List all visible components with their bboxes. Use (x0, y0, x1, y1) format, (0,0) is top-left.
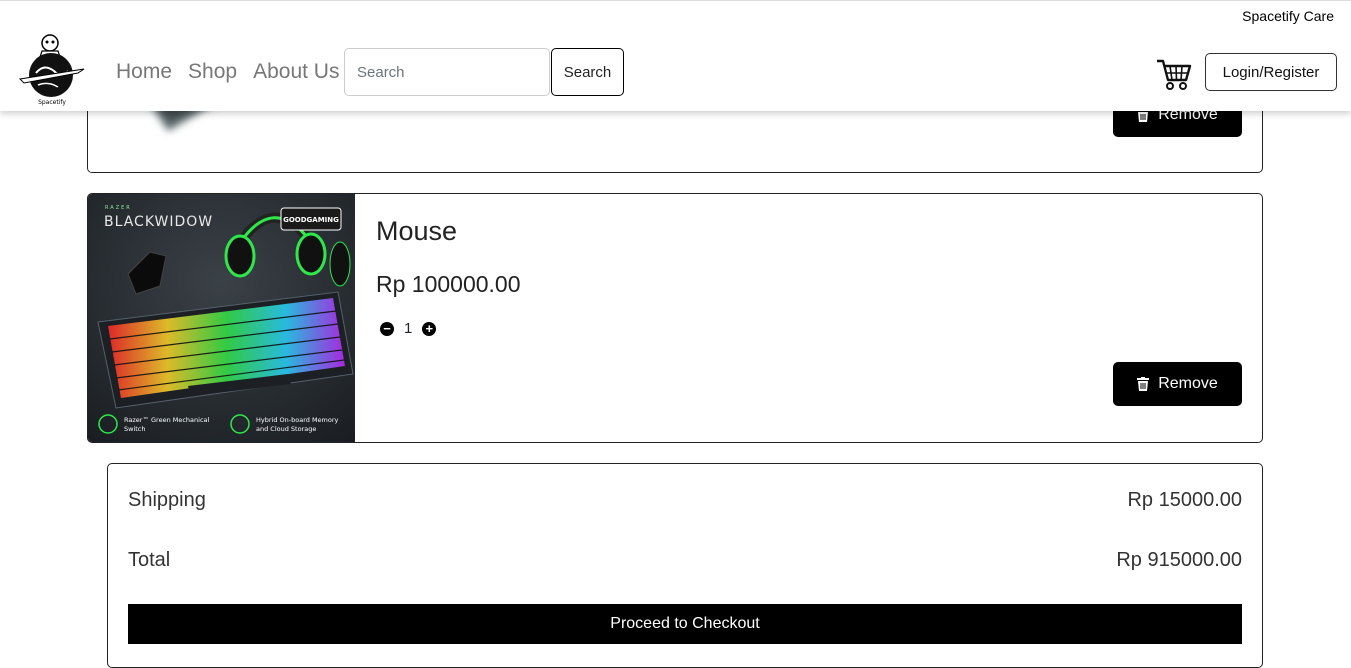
product-price: Rp 100000.00 (376, 271, 521, 297)
image-feature1-line1: Razer™ Green Mechanical (124, 416, 210, 424)
quantity-stepper: − 1 + (380, 320, 437, 337)
navbar: Spacetify Care Spacetify Home Shop About… (0, 0, 1351, 111)
total-value: Rp 915000.00 (1116, 549, 1242, 571)
plus-circle-icon[interactable]: + (422, 321, 437, 336)
logo-text: Spacetify (38, 99, 66, 106)
image-product-text: BLACKWIDOW (104, 214, 213, 230)
shipping-value: Rp 15000.00 (1127, 489, 1242, 511)
checkout-button[interactable]: Proceed to Checkout (128, 604, 1242, 644)
login-register-button[interactable]: Login/Register (1205, 53, 1337, 91)
remove-button-label: Remove (1158, 375, 1218, 392)
image-feature2-line2: and Cloud Storage (256, 425, 316, 433)
shipping-label: Shipping (128, 489, 206, 511)
shipping-row: Shipping Rp 15000.00 (128, 489, 1242, 512)
image-feature2-line1: Hybrid On-board Memory (256, 416, 339, 424)
product-name: Mouse (376, 216, 458, 246)
trash-icon (1137, 377, 1150, 391)
image-brand-text: RAZER (105, 205, 132, 211)
total-row: Total Rp 915000.00 (128, 549, 1242, 572)
nav-shop[interactable]: Shop (188, 60, 237, 84)
minus-circle-icon[interactable]: − (380, 321, 394, 336)
image-feature1-line2: Switch (124, 425, 146, 433)
logo[interactable]: Spacetify (18, 33, 86, 107)
total-label: Total (128, 549, 171, 571)
main-nav: Home Shop About Us (116, 60, 339, 84)
image-badge-text: GOODGAMING (283, 216, 339, 224)
remove-button[interactable]: Remove (1113, 362, 1242, 406)
quantity-value: 1 (404, 320, 413, 337)
order-summary: Shipping Rp 15000.00 Total Rp 915000.00 … (107, 463, 1263, 668)
product-image: GOODGAMING RAZER BLACKWIDOW Razer™ Green… (88, 194, 355, 442)
search-input[interactable] (344, 48, 550, 96)
care-link[interactable]: Spacetify Care (1242, 8, 1334, 24)
nav-home[interactable]: Home (116, 60, 172, 84)
cart-item-card: GOODGAMING RAZER BLACKWIDOW Razer™ Green… (87, 193, 1263, 443)
search-button[interactable]: Search (551, 48, 624, 96)
nav-about-us[interactable]: About Us (253, 60, 339, 84)
cart-icon[interactable] (1156, 57, 1192, 91)
